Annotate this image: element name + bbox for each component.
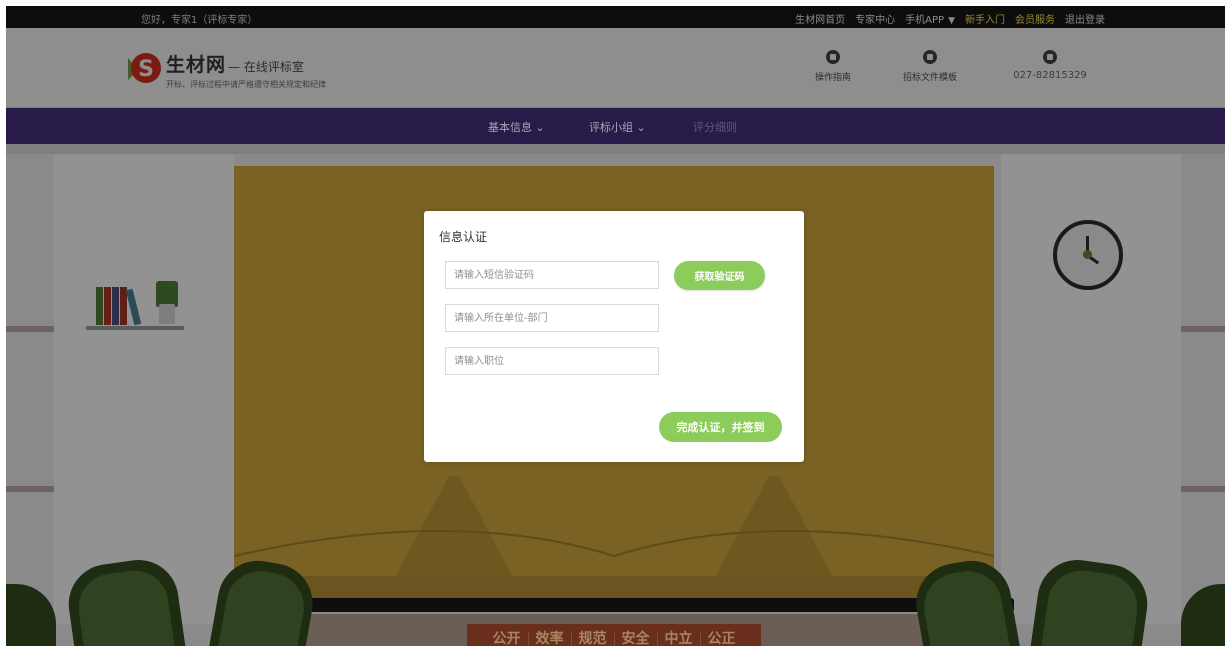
brand-subtitle: — 在线评标室 <box>228 60 304 74</box>
unit-department-input[interactable] <box>445 304 659 332</box>
motto-word: 公正 <box>707 631 736 646</box>
phone-contact: 027-82815329 <box>1010 50 1090 81</box>
phone-icon <box>1043 50 1057 64</box>
wall-shelf <box>86 326 184 330</box>
greeting-text: 您好，专家1（评标专家） <box>141 15 258 26</box>
wall-stripe <box>6 326 54 332</box>
chevron-down-icon: ⌄ <box>636 121 646 134</box>
brand-slogan: 开标、评标过程中请严格遵守相关规定和纪律 <box>166 80 326 89</box>
link-logout[interactable]: 退出登录 <box>1065 11 1105 26</box>
chair <box>6 584 56 646</box>
plant-pot <box>159 304 175 324</box>
nav-scoring-rules[interactable]: 评分细则 <box>693 119 737 135</box>
motto-word: 公开 <box>486 631 529 646</box>
wall-stripe <box>6 486 54 492</box>
main-nav: 基本信息 ⌄ 评标小组 ⌄ 评分细则 <box>6 108 1225 144</box>
link-home[interactable]: 生材网首页 <box>795 11 845 26</box>
link-mobile-app[interactable]: 手机APP ▼ <box>905 11 955 26</box>
book-icon <box>96 287 103 325</box>
clock-icon <box>1053 220 1123 290</box>
motto-word: 效率 <box>529 631 572 646</box>
motto-word: 中立 <box>658 631 701 646</box>
top-bar: 您好，专家1（评标专家） 生材网首页 专家中心 手机APP ▼ 新手入门 会员服务… <box>6 6 1225 28</box>
nav-eval-group[interactable]: 评标小组 ⌄ <box>589 119 646 135</box>
left-wall-panel <box>54 154 234 624</box>
motto-word: 安全 <box>615 631 658 646</box>
wall-stripe <box>1181 486 1225 492</box>
link-expert-center[interactable]: 专家中心 <box>855 11 895 26</box>
nav-basic-info-label: 基本信息 <box>488 121 532 134</box>
page-frame: 您好，专家1（评标专家） 生材网首页 专家中心 手机APP ▼ 新手入门 会员服务… <box>6 6 1225 646</box>
complete-signin-button[interactable]: 完成认证，并签到 <box>659 412 782 442</box>
nav-basic-info[interactable]: 基本信息 ⌄ <box>488 119 545 135</box>
logo-icon[interactable]: S <box>122 48 162 88</box>
brand: 生材网 — 在线评标室 开标、评标过程中请严格遵守相关规定和纪律 <box>166 50 326 90</box>
book-icon <box>104 287 111 325</box>
screen-rail <box>222 598 1014 612</box>
chair <box>1181 584 1225 646</box>
link-mobile-app-label: 手机APP <box>905 15 945 26</box>
guide-button[interactable]: 操作指南 <box>812 50 854 83</box>
link-beginner[interactable]: 新手入门 <box>965 11 1005 26</box>
sms-code-input[interactable] <box>445 261 659 289</box>
svg-text:S: S <box>138 57 154 82</box>
document-icon <box>923 50 937 64</box>
wall-stripe <box>1181 326 1225 332</box>
position-input[interactable] <box>445 347 659 375</box>
guide-label: 操作指南 <box>814 73 851 83</box>
link-membership[interactable]: 会员服务 <box>1015 11 1055 26</box>
chevron-down-icon: ⌄ <box>535 121 545 134</box>
brand-name: 生材网 <box>166 54 227 76</box>
bridge-illustration <box>234 466 994 598</box>
compass-icon <box>826 50 840 64</box>
top-links: 生材网首页 专家中心 手机APP ▼ 新手入门 会员服务 退出登录 <box>795 11 1105 26</box>
motto-banner: 公开 效率 规范 安全 中立 公正 <box>467 624 761 646</box>
template-button[interactable]: 招标文件模板 <box>902 50 958 83</box>
dialog-title: 信息认证 <box>439 230 488 244</box>
motto-word: 规范 <box>572 631 615 646</box>
book-icon <box>112 287 119 325</box>
template-label: 招标文件模板 <box>902 73 957 83</box>
nav-eval-group-label: 评标小组 <box>589 121 633 134</box>
site-header: S 生材网 — 在线评标室 开标、评标过程中请严格遵守相关规定和纪律 操作指南 招… <box>6 28 1225 108</box>
verification-dialog: 信息认证 获取验证码 完成认证，并签到 <box>424 211 804 462</box>
phone-number: 027-82815329 <box>1013 70 1087 81</box>
chevron-down-icon: ▼ <box>948 16 955 26</box>
wall-band <box>6 144 1225 154</box>
get-code-button[interactable]: 获取验证码 <box>674 261 765 290</box>
